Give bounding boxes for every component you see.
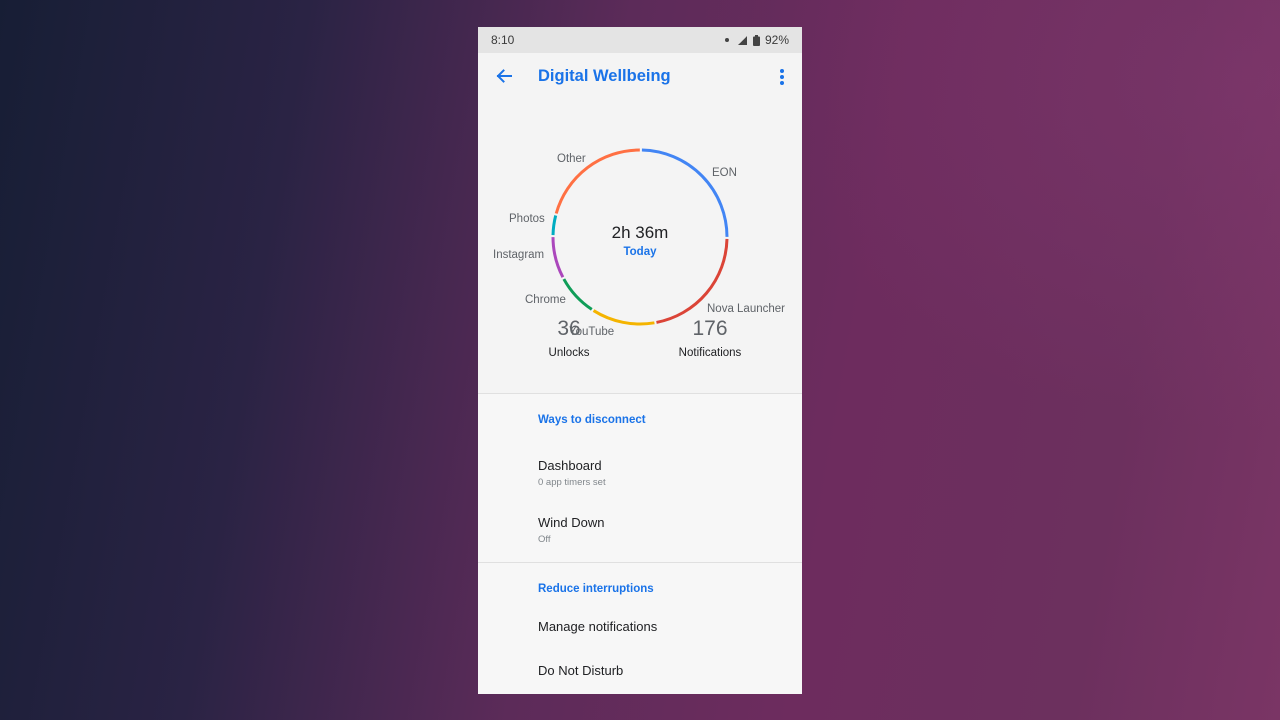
- battery-icon: [752, 34, 760, 46]
- segment-label-chrome: Chrome: [525, 294, 566, 306]
- usage-chart[interactable]: 2h 36m Today EON Nova Launcher YouTube C…: [478, 103, 802, 338]
- segment-label-instagram: Instagram: [493, 249, 545, 261]
- status-time: 8:10: [491, 33, 515, 47]
- do-not-disturb-title: Do Not Disturb: [538, 663, 624, 678]
- app-bar: Digital Wellbeing: [478, 53, 802, 103]
- status-bar: 8:10 92%: [478, 27, 802, 53]
- unlocks-label: Unlocks: [548, 347, 590, 359]
- battery-percent: 92%: [764, 33, 789, 47]
- donut-segment-chrome[interactable]: [562, 278, 593, 311]
- total-screen-time: 2h 36m: [611, 223, 669, 242]
- page-title: Digital Wellbeing: [538, 67, 671, 85]
- segment-label-eon: EON: [712, 167, 737, 179]
- do-not-disturb-item[interactable]: Do Not Disturb: [478, 657, 802, 694]
- stats-row: 36 Unlocks 176 Notifications: [478, 311, 802, 393]
- wind-down-item[interactable]: Wind Down Off: [478, 505, 802, 562]
- unlocks-count: 36: [557, 317, 581, 340]
- ways-to-disconnect-section: Ways to disconnect Dashboard 0 app timer…: [478, 394, 802, 562]
- manage-notifications-title: Manage notifications: [538, 619, 658, 634]
- section-header-interruptions: Reduce interruptions: [538, 583, 654, 595]
- unlocks-stat: 36 Unlocks: [509, 317, 629, 359]
- manage-notifications-item[interactable]: Manage notifications: [478, 617, 802, 657]
- dashboard-item[interactable]: Dashboard 0 app timers set: [478, 448, 802, 505]
- more-options-icon[interactable]: [776, 66, 788, 88]
- wind-down-title: Wind Down: [538, 515, 605, 530]
- signal-icon: [737, 34, 747, 45]
- segment-label-other: Other: [557, 153, 586, 165]
- notifications-stat: 176 Notifications: [650, 317, 770, 359]
- back-arrow-icon[interactable]: [494, 66, 514, 86]
- wind-down-subtitle: Off: [538, 534, 551, 545]
- reduce-interruptions-section: Reduce interruptions Manage notification…: [478, 563, 802, 694]
- notifications-count: 176: [692, 317, 728, 340]
- notification-dot-icon: [724, 38, 729, 42]
- phone-screen: 8:10 92% Digital Wellbeing 2h 36m Today …: [478, 27, 802, 694]
- segment-label-photos: Photos: [509, 213, 545, 225]
- notifications-label: Notifications: [678, 347, 742, 359]
- dashboard-title: Dashboard: [538, 458, 602, 473]
- section-header-disconnect: Ways to disconnect: [538, 414, 646, 426]
- dashboard-subtitle: 0 app timers set: [538, 477, 606, 488]
